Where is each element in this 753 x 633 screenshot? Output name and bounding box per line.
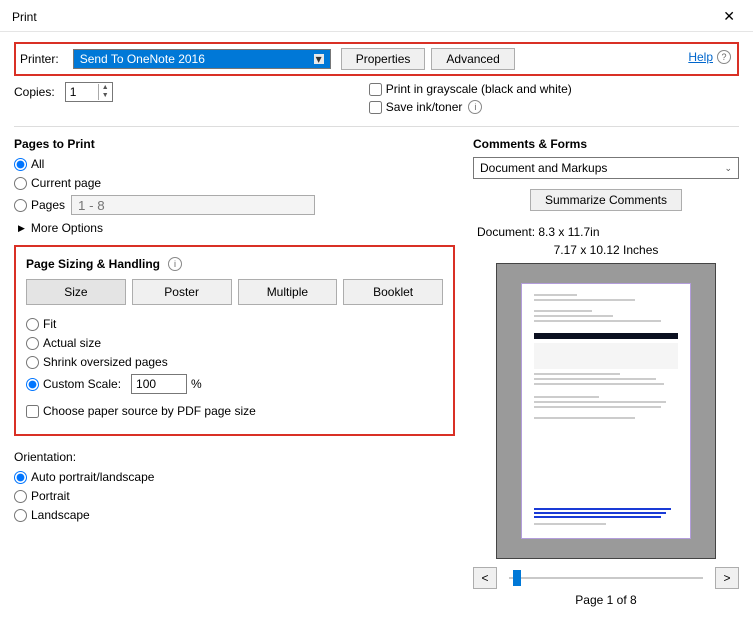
copies-label: Copies:	[14, 85, 55, 99]
titlebar: Print ✕	[0, 0, 753, 32]
paper-source-label: Choose paper source by PDF page size	[43, 404, 256, 418]
spinner-down-icon[interactable]: ▼	[99, 92, 112, 100]
tab-poster[interactable]: Poster	[132, 279, 232, 305]
orientation-title: Orientation:	[14, 450, 455, 464]
radio-pages[interactable]: Pages	[14, 195, 455, 215]
printer-selected-value: Send To OneNote 2016	[80, 52, 205, 66]
triangle-right-icon: ▶	[18, 223, 25, 234]
paper-source-row[interactable]: Choose paper source by PDF page size	[26, 404, 443, 418]
radio-actual-label: Actual size	[43, 336, 101, 350]
sizing-info-icon[interactable]: i	[168, 257, 182, 271]
sizing-title: Page Sizing & Handling	[26, 257, 160, 271]
help-info-icon[interactable]: ?	[717, 50, 731, 64]
page-pager: < >	[473, 567, 739, 589]
copies-input[interactable]	[66, 83, 98, 101]
radio-pages-label: Pages	[31, 198, 65, 212]
page-indicator: Page 1 of 8	[473, 593, 739, 607]
radio-orient-portrait[interactable]: Portrait	[14, 489, 455, 503]
radio-all[interactable]: All	[14, 157, 455, 171]
radio-shrink[interactable]: Shrink oversized pages	[26, 355, 443, 369]
chevron-down-icon: ▾	[314, 54, 324, 64]
radio-all-label: All	[31, 157, 44, 171]
radio-fit-input[interactable]	[26, 318, 39, 331]
advanced-button[interactable]: Advanced	[431, 48, 514, 70]
document-dimensions: Document: 8.3 x 11.7in	[477, 225, 739, 239]
saveink-info-icon[interactable]: i	[468, 100, 482, 114]
radio-custom-scale[interactable]: Custom Scale: %	[26, 374, 443, 394]
next-page-button[interactable]: >	[715, 567, 739, 589]
properties-button[interactable]: Properties	[341, 48, 426, 70]
grayscale-label: Print in grayscale (black and white)	[386, 82, 572, 96]
comments-dropdown[interactable]: Document and Markups ⌄	[473, 157, 739, 179]
radio-orient-portrait-label: Portrait	[31, 489, 70, 503]
percent-label: %	[191, 377, 202, 391]
radio-orient-auto[interactable]: Auto portrait/landscape	[14, 470, 455, 484]
tab-size[interactable]: Size	[26, 279, 126, 305]
printer-select[interactable]: Send To OneNote 2016 ▾	[73, 49, 331, 69]
help-link[interactable]: Help	[688, 50, 713, 64]
grayscale-checkbox[interactable]	[369, 83, 382, 96]
grayscale-checkbox-row[interactable]: Print in grayscale (black and white)	[369, 82, 572, 96]
radio-orient-landscape[interactable]: Landscape	[14, 508, 455, 522]
radio-actual-input[interactable]	[26, 337, 39, 350]
radio-orient-portrait-input[interactable]	[14, 490, 27, 503]
pages-range-input[interactable]	[71, 195, 315, 215]
close-icon[interactable]: ✕	[715, 6, 743, 27]
radio-orient-landscape-input[interactable]	[14, 509, 27, 522]
saveink-checkbox[interactable]	[369, 101, 382, 114]
radio-shrink-input[interactable]	[26, 356, 39, 369]
radio-fit-label: Fit	[43, 317, 56, 331]
chevron-down-icon: ⌄	[724, 163, 732, 174]
radio-fit[interactable]: Fit	[26, 317, 443, 331]
paper-source-checkbox[interactable]	[26, 405, 39, 418]
page-inches: 7.17 x 10.12 Inches	[473, 243, 739, 257]
radio-current-label: Current page	[31, 176, 101, 190]
printer-row-highlight: Printer: Send To OneNote 2016 ▾ Properti…	[14, 42, 739, 76]
comments-selected: Document and Markups	[480, 161, 607, 175]
radio-current-input[interactable]	[14, 177, 27, 190]
custom-scale-input[interactable]	[131, 374, 187, 394]
comments-title: Comments & Forms	[473, 137, 739, 151]
more-options-label: More Options	[31, 221, 103, 235]
radio-current[interactable]: Current page	[14, 176, 455, 190]
saveink-label: Save ink/toner	[386, 100, 463, 114]
tab-booklet[interactable]: Booklet	[343, 279, 443, 305]
spinner-up-icon[interactable]: ▲	[99, 84, 112, 92]
preview-page	[521, 283, 691, 539]
radio-all-input[interactable]	[14, 158, 27, 171]
window-title: Print	[12, 10, 37, 24]
prev-page-button[interactable]: <	[473, 567, 497, 589]
radio-orient-auto-input[interactable]	[14, 471, 27, 484]
radio-orient-landscape-label: Landscape	[31, 508, 90, 522]
copies-row: Copies: ▲ ▼	[14, 82, 113, 102]
preview-box	[496, 263, 716, 559]
radio-custom-input[interactable]	[26, 378, 39, 391]
radio-orient-auto-label: Auto portrait/landscape	[31, 470, 154, 484]
pages-to-print-title: Pages to Print	[14, 137, 455, 151]
summarize-comments-button[interactable]: Summarize Comments	[530, 189, 682, 211]
more-options-toggle[interactable]: ▶ More Options	[18, 221, 455, 235]
radio-actual[interactable]: Actual size	[26, 336, 443, 350]
page-slider[interactable]	[509, 572, 703, 584]
copies-spinner[interactable]: ▲ ▼	[65, 82, 113, 102]
radio-pages-input[interactable]	[14, 199, 27, 212]
saveink-checkbox-row[interactable]: Save ink/toner i	[369, 100, 572, 114]
radio-custom-label: Custom Scale:	[43, 377, 121, 391]
printer-label: Printer:	[20, 52, 59, 66]
tab-multiple[interactable]: Multiple	[238, 279, 338, 305]
help-block: Help ?	[688, 50, 731, 64]
sizing-box-highlight: Page Sizing & Handling i Size Poster Mul…	[14, 245, 455, 436]
slider-thumb[interactable]	[513, 570, 521, 586]
radio-shrink-label: Shrink oversized pages	[43, 355, 168, 369]
